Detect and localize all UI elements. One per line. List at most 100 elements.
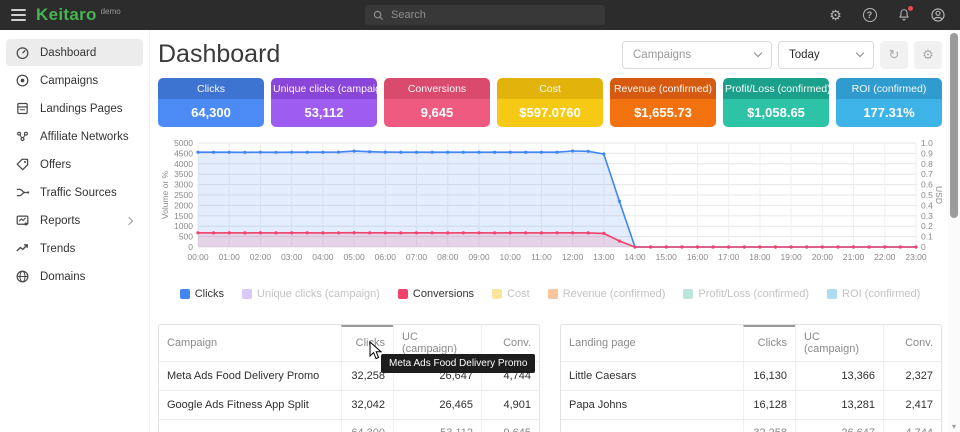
- sidebar-item-offers[interactable]: Offers: [6, 151, 143, 178]
- column-header-uc-campaign[interactable]: UC (campaign): [795, 325, 883, 361]
- stat-card-conversions[interactable]: Conversions9,645: [384, 78, 490, 127]
- network-icon: [15, 129, 30, 144]
- help-icon[interactable]: ?: [861, 7, 878, 24]
- table-row[interactable]: Google Ads Fitness App Split32,04226,465…: [159, 390, 539, 419]
- column-header-clicks[interactable]: Clicks: [743, 325, 795, 361]
- table-row[interactable]: Little Caesars16,13013,3662,327: [561, 361, 941, 390]
- svg-text:17:00: 17:00: [718, 252, 740, 262]
- total-value: 64,300: [341, 420, 393, 432]
- svg-text:0.3: 0.3: [921, 211, 933, 221]
- settings-icon[interactable]: ⚙: [827, 7, 844, 24]
- chevron-down-icon: [856, 49, 864, 57]
- svg-text:03:00: 03:00: [281, 252, 303, 262]
- legend-item-conversions[interactable]: Conversions: [398, 288, 474, 300]
- legend-item-cost[interactable]: Cost: [492, 288, 530, 300]
- legend-swatch: [827, 289, 837, 299]
- svg-text:0: 0: [188, 242, 193, 252]
- svg-text:1500: 1500: [174, 211, 193, 221]
- legend-item-roi-confirmed[interactable]: ROI (confirmed): [827, 288, 920, 300]
- svg-text:15:00: 15:00: [656, 252, 678, 262]
- table-row[interactable]: Papa Johns16,12813,2812,417: [561, 390, 941, 419]
- date-range-select[interactable]: Today: [778, 41, 874, 69]
- row-name: Meta Ads Food Delivery Promo: [159, 362, 341, 390]
- table-totals-row: 64,30053,1129,645: [159, 419, 539, 432]
- menu-icon[interactable]: [0, 0, 34, 30]
- svg-text:1000: 1000: [174, 221, 193, 231]
- traffic-chart[interactable]: 005000.110000.215000.320000.425000.53000…: [158, 135, 942, 285]
- search-input[interactable]: [391, 9, 597, 21]
- search-box[interactable]: [365, 5, 605, 25]
- stat-card-revenue-confirmed[interactable]: Revenue (confirmed)$1,655.73: [610, 78, 716, 127]
- legend-swatch: [180, 289, 190, 299]
- legend-label: ROI (confirmed): [842, 288, 920, 300]
- column-header-landing-page[interactable]: Landing page: [561, 325, 743, 361]
- chart-container: 005000.110000.215000.320000.425000.53000…: [158, 135, 942, 285]
- column-header-conv[interactable]: Conv.: [883, 325, 941, 361]
- sidebar: Dashboard Campaigns Landings PagesAffiliat…: [0, 30, 150, 432]
- column-header-campaign[interactable]: Campaign: [159, 325, 341, 361]
- refresh-button[interactable]: ↻: [880, 41, 908, 69]
- legend-item-revenue-confirmed[interactable]: Revenue (confirmed): [548, 288, 666, 300]
- stat-card-label: Cost: [497, 78, 603, 99]
- topbar-icons: ⚙ ?: [827, 0, 946, 30]
- svg-text:11:00: 11:00: [531, 252, 552, 262]
- refresh-icon: ↻: [889, 47, 900, 63]
- svg-text:0.8: 0.8: [921, 159, 933, 169]
- scrollbar-down-arrow[interactable]: ▾: [948, 422, 960, 431]
- sidebar-item-landings-pages[interactable]: Landings Pages: [6, 95, 143, 122]
- legend-item-clicks[interactable]: Clicks: [180, 288, 224, 300]
- stat-card-profit-loss-confirmed[interactable]: Profit/Loss (confirmed)$1,058.65: [723, 78, 829, 127]
- notification-badge: [908, 6, 913, 11]
- stat-card-roi-confirmed[interactable]: ROI (confirmed)177.31%: [836, 78, 942, 127]
- svg-text:1.0: 1.0: [921, 138, 933, 148]
- svg-text:0.6: 0.6: [921, 180, 933, 190]
- gear-icon: ⚙: [922, 47, 934, 63]
- campaigns-filter-select[interactable]: Campaigns: [622, 41, 772, 69]
- chart-legend: Clicks Unique clicks (campaign) Conversion…: [158, 288, 942, 300]
- stat-card-unique-clicks-campaign[interactable]: Unique clicks (campaign)53,112: [271, 78, 377, 127]
- sidebar-item-reports[interactable]: Reports: [6, 207, 143, 234]
- account-icon[interactable]: [929, 7, 946, 24]
- row-name: Papa Johns: [561, 391, 743, 419]
- sidebar-item-label: Campaigns: [40, 75, 134, 87]
- stat-card-clicks[interactable]: Clicks64,300: [158, 78, 264, 127]
- main-content: Dashboard Campaigns Today ↻ ⚙ Clicks64,3…: [150, 30, 960, 432]
- sidebar-item-domains[interactable]: Domains: [6, 263, 143, 290]
- sidebar-item-trends[interactable]: Trends: [6, 235, 143, 262]
- svg-text:14:00: 14:00: [624, 252, 646, 262]
- svg-text:0.5: 0.5: [921, 190, 933, 200]
- svg-text:08:00: 08:00: [437, 252, 459, 262]
- total-value: 4,744: [883, 420, 941, 432]
- stat-card-cost[interactable]: Cost$597.0760: [497, 78, 603, 127]
- help-glyph: ?: [863, 8, 877, 22]
- svg-text:23:00: 23:00: [905, 252, 927, 262]
- svg-text:16:00: 16:00: [687, 252, 709, 262]
- svg-text:0.1: 0.1: [921, 232, 933, 242]
- sidebar-item-label: Traffic Sources: [40, 187, 134, 199]
- sidebar-item-dashboard[interactable]: Dashboard: [6, 39, 143, 66]
- svg-text:12:00: 12:00: [562, 252, 584, 262]
- scrollbar-thumb[interactable]: [950, 33, 958, 218]
- total-value: 32,258: [743, 420, 795, 432]
- stat-card-value: $1,058.65: [723, 99, 829, 127]
- pages-icon: [15, 101, 30, 116]
- dashboard-settings-button[interactable]: ⚙: [914, 41, 942, 69]
- svg-text:05:00: 05:00: [343, 252, 365, 262]
- stat-card-label: Conversions: [384, 78, 490, 99]
- legend-swatch: [242, 289, 252, 299]
- app-logo[interactable]: Keitaro demo: [36, 1, 121, 29]
- svg-text:06:00: 06:00: [375, 252, 397, 262]
- stat-cards-row: Clicks64,300Unique clicks (campaign)53,1…: [158, 78, 942, 127]
- topbar: Keitaro demo ⚙ ?: [0, 0, 960, 30]
- sidebar-item-campaigns[interactable]: Campaigns: [6, 67, 143, 94]
- sidebar-item-traffic-sources[interactable]: Traffic Sources: [6, 179, 143, 206]
- legend-item-profit-loss-confirmed[interactable]: Profit/Loss (confirmed): [683, 288, 809, 300]
- svg-text:USD: USD: [934, 186, 942, 204]
- legend-label: Revenue (confirmed): [563, 288, 666, 300]
- dashboard-controls: Campaigns Today ↻ ⚙: [622, 41, 942, 69]
- table-landing-page: Landing pageClicksUC (campaign)Conv.Litt…: [560, 324, 942, 432]
- legend-item-unique-clicks-campaign[interactable]: Unique clicks (campaign): [242, 288, 380, 300]
- row-tooltip: Meta Ads Food Delivery Promo: [381, 354, 535, 373]
- notifications-icon[interactable]: [895, 7, 912, 24]
- sidebar-item-affiliate-networks[interactable]: Affiliate Networks: [6, 123, 143, 150]
